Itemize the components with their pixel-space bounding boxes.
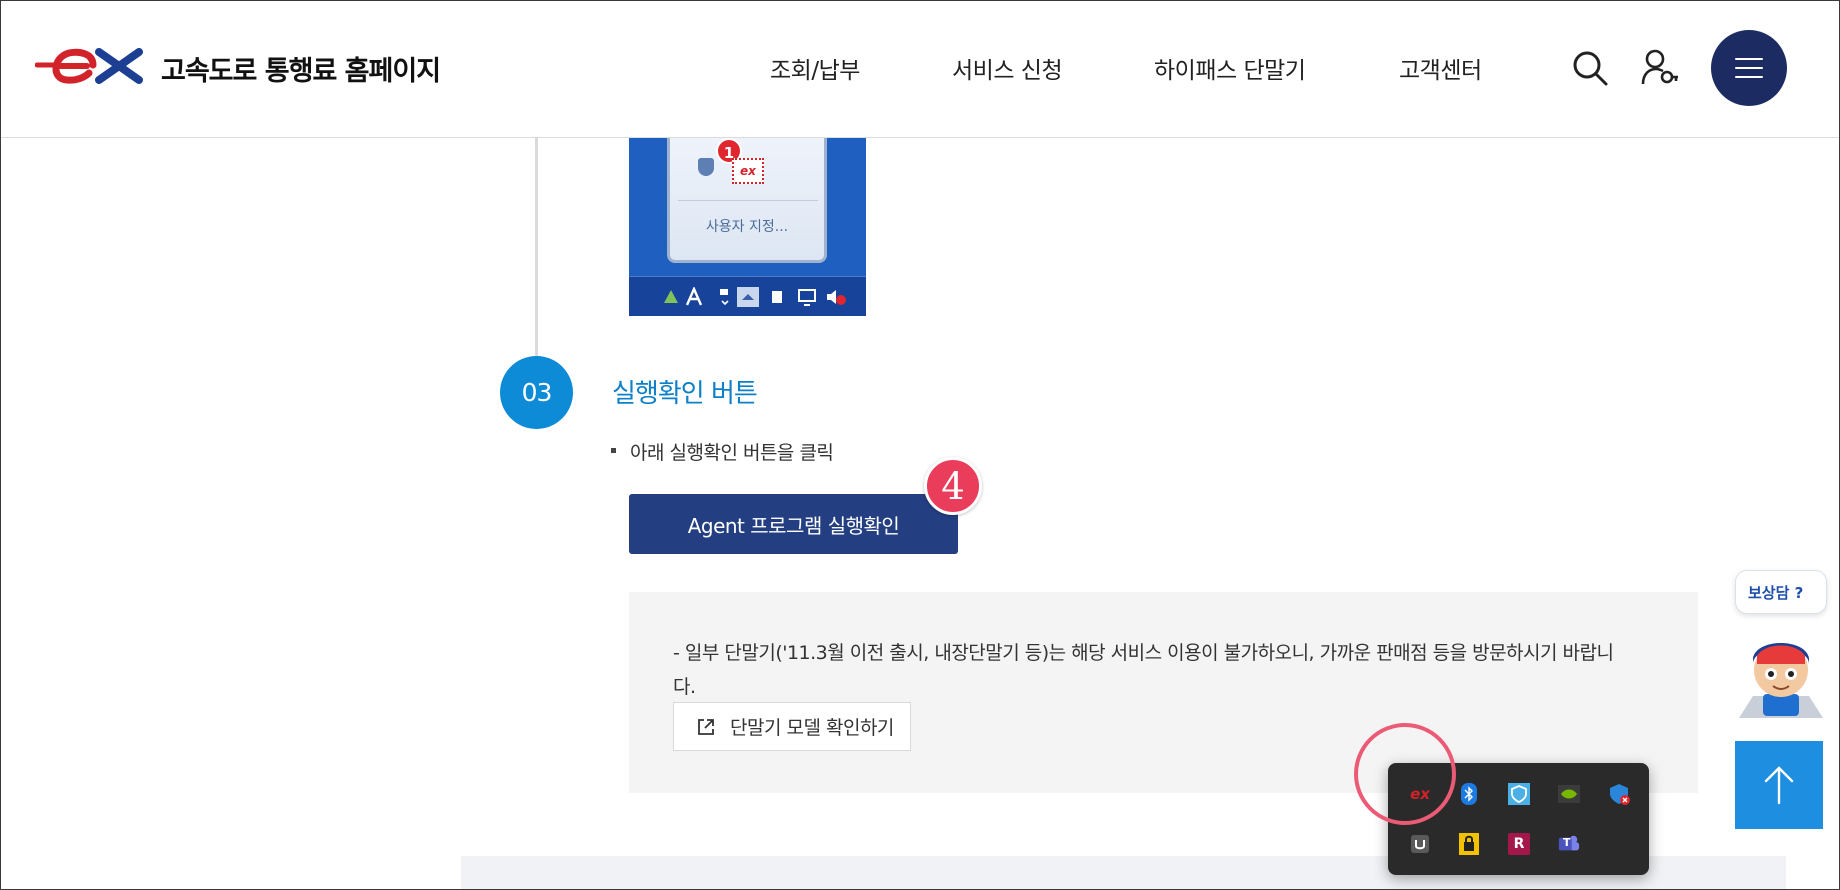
terminal-model-check-button[interactable]: 단말기 모델 확인하기 — [673, 702, 911, 751]
step-number: 03 — [500, 356, 573, 429]
teams-icon[interactable]: T — [1558, 833, 1580, 855]
agent-run-check-button[interactable]: Agent 프로그램 실행확인 — [629, 494, 958, 554]
usb-icon[interactable] — [1409, 833, 1431, 855]
hamburger-icon — [1735, 58, 1763, 78]
r-label: R — [1513, 836, 1525, 852]
arrow-up-icon — [1764, 766, 1794, 805]
step-instruction-text: 아래 실행확인 버튼을 클릭 — [630, 442, 834, 464]
teams-label: T — [1563, 836, 1571, 849]
power-icon — [772, 291, 782, 303]
nav-customer-center[interactable]: 고객센터 — [1399, 51, 1482, 85]
bluetooth-icon[interactable] — [1458, 783, 1480, 805]
site-title[interactable]: 고속도로 통행료 홈페이지 — [161, 49, 441, 88]
r-icon[interactable]: R — [1508, 833, 1530, 855]
mascot-icon — [1739, 643, 1823, 718]
page-frame: 고속도로 통행료 홈페이지 조회/납부 서비스 신청 하이패스 단말기 고객센터 — [0, 0, 1840, 890]
menu-button[interactable] — [1711, 30, 1787, 106]
customize-label: 사용자 지정... — [705, 219, 789, 235]
ex-tray-icon: ex — [732, 158, 764, 184]
keyboard-icon — [720, 289, 729, 306]
login-button[interactable] — [1637, 45, 1683, 91]
nav-service-application[interactable]: 서비스 신청 — [952, 51, 1063, 85]
chatbot-widget[interactable]: 보상담 ? — [1735, 570, 1827, 720]
nav-hipass-terminal[interactable]: 하이패스 단말기 — [1154, 51, 1306, 85]
step-marker-4: 4 — [924, 457, 982, 515]
highlight-circle — [1354, 723, 1456, 825]
monitor-icon — [798, 289, 816, 306]
shield-icon — [698, 158, 714, 176]
show-hidden-icons — [737, 287, 759, 307]
defender-icon[interactable] — [1608, 783, 1630, 805]
step-instruction: 아래 실행확인 버튼을 클릭 — [611, 438, 834, 465]
step-title: 실행확인 버튼 — [612, 379, 758, 409]
lock-icon[interactable] — [1458, 833, 1480, 855]
taskbar — [629, 276, 866, 316]
timeline-line — [535, 138, 538, 358]
external-link-icon — [698, 718, 714, 735]
network-icon — [664, 290, 678, 303]
user-key-icon — [1641, 49, 1678, 85]
model-button-label: 단말기 모델 확인하기 — [730, 717, 894, 739]
chat-bubble[interactable]: 보상담 ? — [1735, 570, 1827, 614]
scroll-top-button[interactable] — [1735, 741, 1823, 829]
nvidia-icon[interactable] — [1558, 783, 1580, 805]
tray-overflow-panel: 1 ex 사용자 지정... — [667, 138, 827, 263]
search-button[interactable] — [1567, 45, 1613, 91]
site-header: 고속도로 통행료 홈페이지 조회/납부 서비스 신청 하이패스 단말기 고객센터 — [1, 1, 1839, 138]
notice-text: - 일부 단말기('11.3월 이전 출시, 내장단말기 등)는 해당 서비스 … — [673, 642, 1614, 698]
shield-icon[interactable] — [1508, 783, 1530, 805]
divider — [678, 200, 818, 201]
ime-icon — [685, 287, 703, 306]
ex-logo[interactable] — [34, 47, 149, 85]
mute-icon — [827, 290, 846, 305]
tray-guide-image: 1 ex 사용자 지정... — [629, 138, 866, 316]
nav-lookup-payment[interactable]: 조회/납부 — [770, 51, 860, 85]
search-icon — [1573, 51, 1608, 86]
